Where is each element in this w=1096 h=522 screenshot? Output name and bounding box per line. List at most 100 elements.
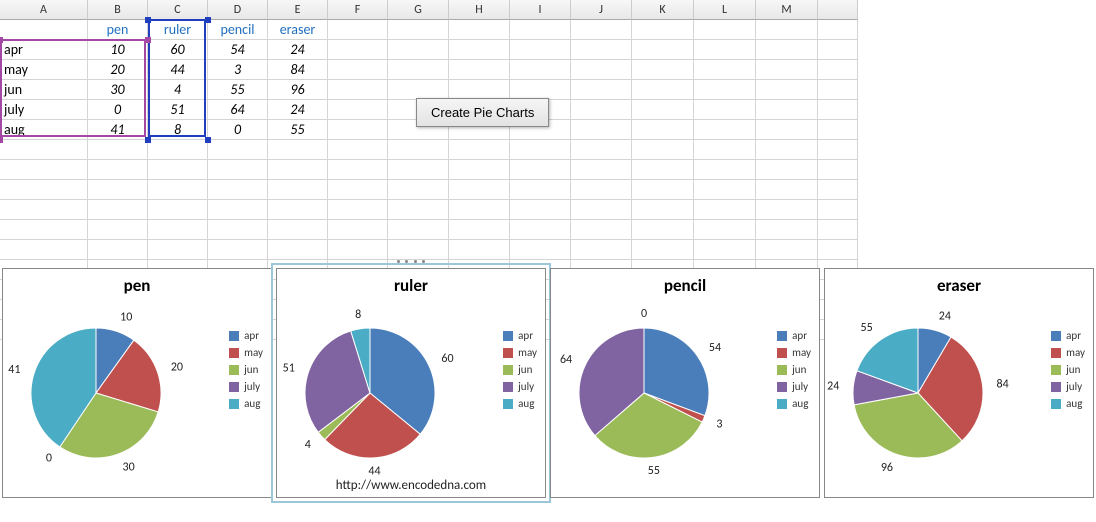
cell[interactable]: 10	[88, 40, 148, 60]
cell[interactable]	[148, 200, 208, 220]
pie-chart[interactable]: ruler60444518aprmayjunjulyaughttp://www.…	[276, 268, 546, 498]
selection-handle[interactable]	[0, 137, 3, 143]
cell[interactable]	[148, 240, 208, 260]
cell[interactable]	[510, 20, 571, 40]
cell[interactable]	[328, 60, 388, 80]
cell[interactable]	[694, 200, 756, 220]
cell[interactable]	[510, 240, 571, 260]
cell[interactable]	[0, 160, 88, 180]
cell[interactable]	[510, 200, 571, 220]
cell[interactable]	[694, 20, 756, 40]
cell[interactable]	[818, 180, 858, 200]
cell[interactable]	[388, 140, 449, 160]
cell[interactable]	[756, 240, 818, 260]
selection-handle[interactable]	[145, 37, 151, 43]
cell[interactable]	[208, 180, 268, 200]
column-header[interactable]: D	[208, 0, 268, 20]
cell[interactable]	[0, 200, 88, 220]
cell[interactable]	[208, 160, 268, 180]
cell[interactable]	[0, 180, 88, 200]
column-header[interactable]: H	[449, 0, 510, 20]
pie-chart[interactable]: pencil54355640aprmayjunjulyaug	[550, 268, 820, 498]
cell[interactable]	[328, 240, 388, 260]
cell[interactable]	[328, 200, 388, 220]
cell[interactable]	[694, 60, 756, 80]
cell[interactable]	[510, 140, 571, 160]
cell[interactable]	[510, 40, 571, 60]
cell[interactable]	[510, 160, 571, 180]
pie-chart[interactable]: eraser2484962455aprmayjunjulyaug	[824, 268, 1094, 498]
cell[interactable]	[88, 220, 148, 240]
cell[interactable]	[388, 180, 449, 200]
cell[interactable]	[632, 120, 694, 140]
cell[interactable]	[208, 140, 268, 160]
cell[interactable]	[388, 160, 449, 180]
cell[interactable]	[571, 40, 632, 60]
cell[interactable]	[756, 200, 818, 220]
cell[interactable]: july	[0, 100, 88, 120]
cell[interactable]	[756, 20, 818, 40]
cell[interactable]	[571, 140, 632, 160]
column-header[interactable]: I	[510, 0, 571, 20]
cell[interactable]	[632, 100, 694, 120]
cell[interactable]	[328, 80, 388, 100]
cell[interactable]	[148, 160, 208, 180]
cell[interactable]	[328, 120, 388, 140]
cell[interactable]	[694, 180, 756, 200]
cell[interactable]	[694, 220, 756, 240]
cell[interactable]	[449, 220, 510, 240]
cell[interactable]	[208, 240, 268, 260]
cell[interactable]	[818, 20, 858, 40]
cell[interactable]: eraser	[268, 20, 328, 40]
cell[interactable]	[632, 240, 694, 260]
cell[interactable]: 30	[88, 80, 148, 100]
cell[interactable]	[388, 60, 449, 80]
selection-handle[interactable]	[0, 37, 3, 43]
cell[interactable]	[818, 240, 858, 260]
cell[interactable]	[328, 140, 388, 160]
cell[interactable]: ruler	[148, 20, 208, 40]
cell[interactable]: 51	[148, 100, 208, 120]
cell[interactable]	[388, 240, 449, 260]
cell[interactable]	[756, 100, 818, 120]
cell[interactable]	[571, 60, 632, 80]
cell[interactable]	[694, 120, 756, 140]
cell[interactable]	[632, 160, 694, 180]
cell[interactable]	[208, 200, 268, 220]
cell[interactable]	[632, 20, 694, 40]
cell[interactable]	[388, 20, 449, 40]
cell[interactable]	[328, 180, 388, 200]
cell[interactable]	[268, 180, 328, 200]
cell[interactable]: 4	[148, 80, 208, 100]
cell[interactable]	[328, 40, 388, 60]
column-header[interactable]: A	[0, 0, 88, 20]
cell[interactable]	[449, 240, 510, 260]
cell[interactable]	[328, 160, 388, 180]
cell[interactable]: may	[0, 60, 88, 80]
cell[interactable]: 64	[208, 100, 268, 120]
cell[interactable]	[818, 80, 858, 100]
cell[interactable]	[632, 180, 694, 200]
cell[interactable]	[268, 200, 328, 220]
cell[interactable]: apr	[0, 40, 88, 60]
cell[interactable]	[449, 180, 510, 200]
cell[interactable]	[756, 160, 818, 180]
cell[interactable]	[818, 60, 858, 80]
cell[interactable]	[571, 120, 632, 140]
cell[interactable]: 0	[88, 100, 148, 120]
column-header[interactable]	[818, 0, 858, 20]
cell[interactable]	[571, 20, 632, 40]
cell[interactable]: 96	[268, 80, 328, 100]
cell[interactable]	[88, 240, 148, 260]
cell[interactable]	[88, 200, 148, 220]
cell[interactable]	[510, 220, 571, 240]
cell[interactable]	[0, 140, 88, 160]
cell[interactable]	[756, 140, 818, 160]
column-header[interactable]: J	[571, 0, 632, 20]
cell[interactable]	[449, 140, 510, 160]
cell[interactable]	[818, 100, 858, 120]
cell[interactable]	[388, 80, 449, 100]
cell[interactable]	[0, 220, 88, 240]
cell[interactable]	[388, 220, 449, 240]
cell[interactable]	[449, 60, 510, 80]
